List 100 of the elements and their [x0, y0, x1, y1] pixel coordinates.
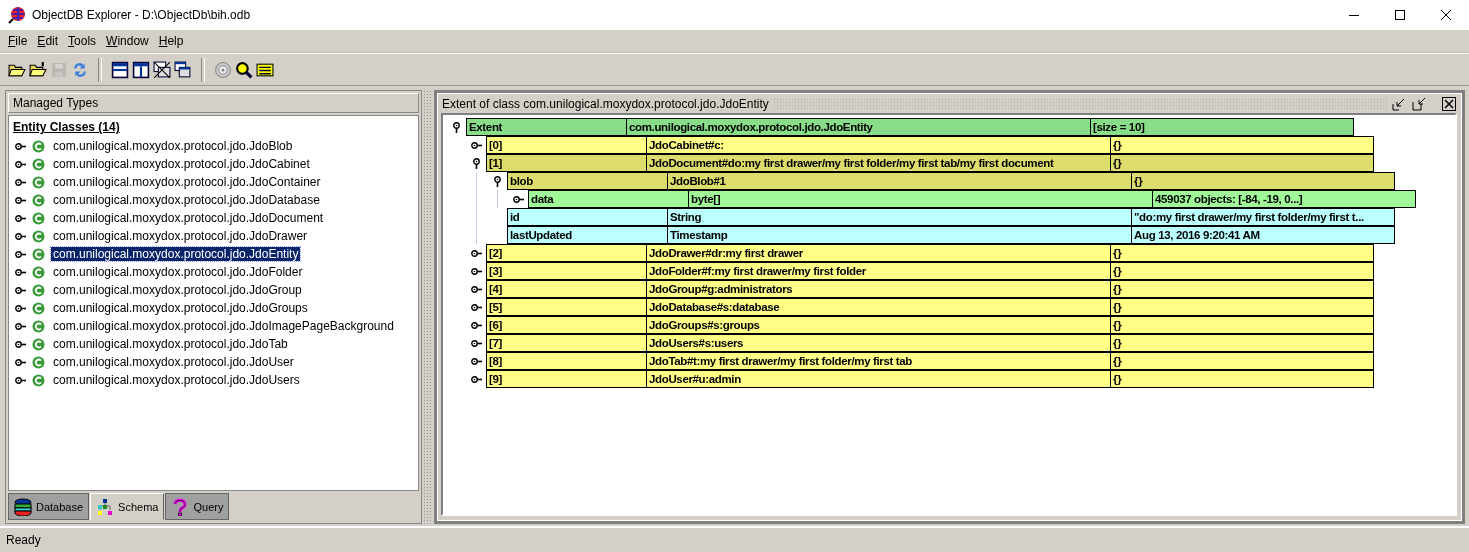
- class-item[interactable]: com.unilogical.moxydox.protocol.jdo.JdoUsers: [51, 373, 302, 387]
- collapsed-pin-icon[interactable]: [15, 248, 26, 260]
- collapsed-pin-icon[interactable]: [470, 373, 482, 385]
- class-item[interactable]: com.unilogical.moxydox.protocol.jdo.JdoGroups: [51, 301, 310, 315]
- collapsed-pin-icon[interactable]: [15, 302, 26, 314]
- class-icon: [32, 247, 45, 261]
- field-name-cell: [9]: [486, 370, 647, 388]
- field-name-cell: [6]: [486, 316, 647, 334]
- split-v-icon[interactable]: [132, 60, 150, 79]
- cascade-icon[interactable]: [174, 60, 192, 79]
- maximize-icon: [1395, 10, 1405, 20]
- collapsed-pin-icon[interactable]: [15, 356, 26, 368]
- open-remote-icon[interactable]: [29, 60, 47, 79]
- splitter-handle[interactable]: [423, 90, 433, 524]
- panel-tab[interactable]: Schema: [90, 493, 165, 520]
- class-item[interactable]: com.unilogical.moxydox.protocol.jdo.JdoDrawer: [51, 229, 310, 243]
- restore-icon[interactable]: [1411, 95, 1427, 112]
- collapsed-pin-icon[interactable]: [15, 140, 26, 152]
- class-icon: [32, 175, 45, 189]
- value-cell: {}: [1110, 316, 1374, 334]
- collapsed-pin-icon[interactable]: [15, 176, 26, 188]
- collapsed-pin-icon[interactable]: [470, 337, 482, 349]
- collapsed-pin-icon[interactable]: [15, 266, 26, 278]
- value-cell: {}: [1110, 370, 1374, 388]
- type-cell: JdoGroups#s:groups: [646, 316, 1111, 334]
- class-item[interactable]: com.unilogical.moxydox.protocol.jdo.JdoBlob: [51, 139, 295, 153]
- class-icon: [32, 301, 45, 315]
- type-cell: JdoDocument#do:my first drawer/my first folder/my first tab/my first document: [646, 154, 1111, 172]
- field-name-cell: id: [507, 208, 668, 226]
- class-item[interactable]: com.unilogical.moxydox.protocol.jdo.JdoDatabase: [51, 193, 322, 207]
- expanded-pin-icon[interactable]: [450, 121, 462, 133]
- close-icon[interactable]: [1441, 95, 1457, 112]
- database-icon: [14, 497, 32, 516]
- status-text: Ready: [6, 533, 41, 547]
- class-icon: [32, 211, 45, 225]
- type-cell: byte[]: [688, 190, 1153, 208]
- search-icon[interactable]: [235, 60, 253, 79]
- collapsed-pin-icon[interactable]: [470, 319, 482, 331]
- collapsed-pin-icon[interactable]: [15, 158, 26, 170]
- field-name-cell: [3]: [486, 262, 647, 280]
- class-icon: [32, 193, 45, 207]
- panel-tab[interactable]: Query: [165, 493, 230, 520]
- window-title: Extent of class com.unilogical.moxydox.protocol.jdo.JdoEntity: [442, 96, 769, 111]
- close-all-icon[interactable]: [153, 60, 171, 79]
- class-icon: [32, 319, 45, 333]
- class-item[interactable]: com.unilogical.moxydox.protocol.jdo.JdoImagePageBackground: [51, 319, 396, 333]
- type-cell: JdoCabinet#c:: [646, 136, 1111, 154]
- field-name-cell: [8]: [486, 352, 647, 370]
- class-item[interactable]: com.unilogical.moxydox.protocol.jdo.JdoDocument: [51, 211, 326, 225]
- class-item[interactable]: com.unilogical.moxydox.protocol.jdo.JdoGroup: [51, 283, 304, 297]
- collapsed-pin-icon[interactable]: [15, 284, 26, 296]
- collapsed-pin-icon[interactable]: [512, 193, 524, 205]
- close-icon: [1441, 10, 1451, 20]
- class-icon: [32, 373, 45, 387]
- collapsed-pin-icon[interactable]: [15, 320, 26, 332]
- class-item[interactable]: com.unilogical.moxydox.protocol.jdo.JdoEntity: [51, 247, 301, 261]
- menu-item[interactable]: Window: [101, 34, 154, 48]
- split-h-icon[interactable]: [111, 60, 129, 79]
- class-item[interactable]: com.unilogical.moxydox.protocol.jdo.JdoUser: [51, 355, 296, 369]
- type-cell: String: [667, 208, 1132, 226]
- collapsed-pin-icon[interactable]: [470, 283, 482, 295]
- field-name-cell: [7]: [486, 334, 647, 352]
- value-cell: {}: [1110, 154, 1374, 172]
- menu-item[interactable]: Tools: [63, 34, 102, 48]
- field-name-cell: lastUpdated: [507, 226, 668, 244]
- class-item[interactable]: com.unilogical.moxydox.protocol.jdo.JdoFolder: [51, 265, 305, 279]
- collapsed-pin-icon[interactable]: [15, 212, 26, 224]
- type-cell: JdoDatabase#s:database: [646, 298, 1111, 316]
- type-cell: JdoUser#u:admin: [646, 370, 1111, 388]
- class-icon: [32, 355, 45, 369]
- window-title: ObjectDB Explorer - D:\ObjectDb\bih.odb: [32, 8, 251, 22]
- schema-icon: [96, 497, 115, 516]
- collapsed-pin-icon[interactable]: [15, 374, 26, 386]
- type-cell: JdoUsers#s:users: [646, 334, 1111, 352]
- app-logo-icon: [8, 6, 26, 24]
- panel-tab[interactable]: Database: [8, 493, 90, 520]
- collapsed-pin-icon[interactable]: [15, 338, 26, 350]
- class-item[interactable]: com.unilogical.moxydox.protocol.jdo.JdoTab: [51, 337, 290, 351]
- refresh-icon[interactable]: [71, 60, 89, 79]
- type-cell: com.unilogical.moxydox.protocol.jdo.JdoEntity: [626, 118, 1091, 136]
- expanded-pin-icon[interactable]: [491, 175, 503, 187]
- menu-item[interactable]: Help: [153, 34, 189, 48]
- class-item[interactable]: com.unilogical.moxydox.protocol.jdo.JdoContainer: [51, 175, 323, 189]
- value-cell: {}: [1110, 298, 1374, 316]
- collapsed-pin-icon[interactable]: [470, 247, 482, 259]
- value-cell: Aug 13, 2016 9:20:41 AM: [1131, 226, 1395, 244]
- collapsed-pin-icon[interactable]: [470, 301, 482, 313]
- collapsed-pin-icon[interactable]: [15, 194, 26, 206]
- class-item[interactable]: com.unilogical.moxydox.protocol.jdo.JdoCabinet: [51, 157, 312, 171]
- class-icon: [32, 337, 45, 351]
- collapsed-pin-icon[interactable]: [15, 230, 26, 242]
- value-cell: {}: [1110, 136, 1374, 154]
- value-cell: "do:my first drawer/my first folder/my first t...: [1131, 208, 1395, 226]
- collapsed-pin-icon[interactable]: [470, 265, 482, 277]
- expanded-pin-icon[interactable]: [470, 157, 482, 169]
- menu-item[interactable]: Edit: [32, 34, 64, 48]
- field-name-cell: [1]: [486, 154, 647, 172]
- collapsed-pin-icon[interactable]: [470, 355, 482, 367]
- menu-item[interactable]: File: [3, 34, 33, 48]
- collapsed-pin-icon[interactable]: [470, 139, 482, 151]
